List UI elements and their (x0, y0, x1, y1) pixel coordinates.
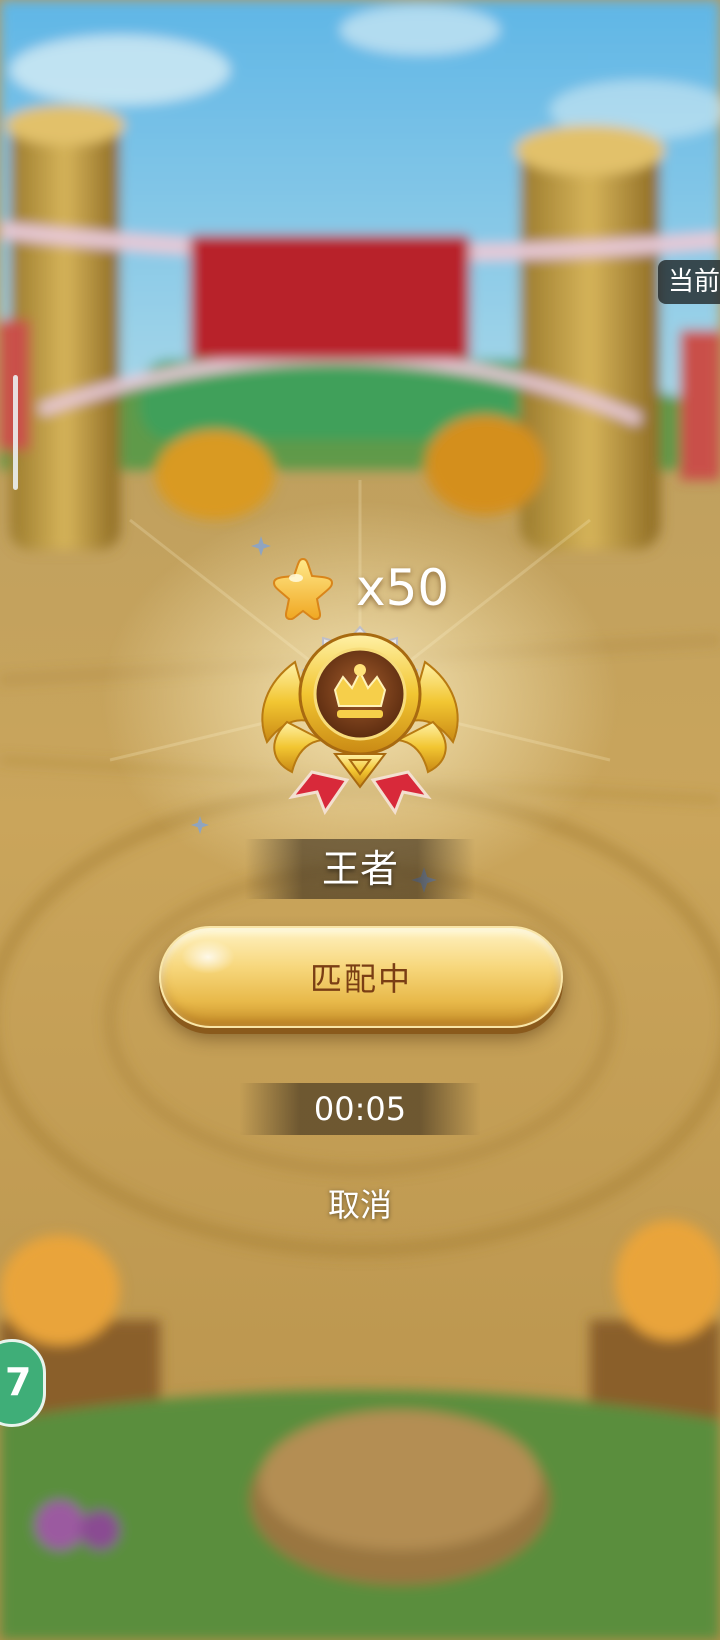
cancel-button[interactable]: 取消 (300, 1178, 420, 1232)
matching-button[interactable]: 匹配中 (159, 926, 563, 1028)
matching-button-label: 匹配中 (309, 960, 412, 998)
sparkle-icon (190, 815, 210, 835)
star-icon (272, 557, 334, 620)
assist-float-button[interactable]: 7 (0, 1339, 46, 1427)
edge-swipe-indicator (13, 375, 18, 490)
crown-medal-icon (261, 625, 459, 816)
sparkle-icon (251, 536, 271, 556)
button-shine (181, 940, 235, 974)
rank-name: 王者 (321, 847, 398, 891)
assist-float-icon: 7 (5, 1360, 32, 1404)
star-count-row: x50 (270, 548, 449, 628)
current-side-tag[interactable]: 当前 (658, 260, 720, 304)
star-count-label: x50 (356, 559, 450, 617)
match-timer: 00:05 (313, 1090, 407, 1128)
